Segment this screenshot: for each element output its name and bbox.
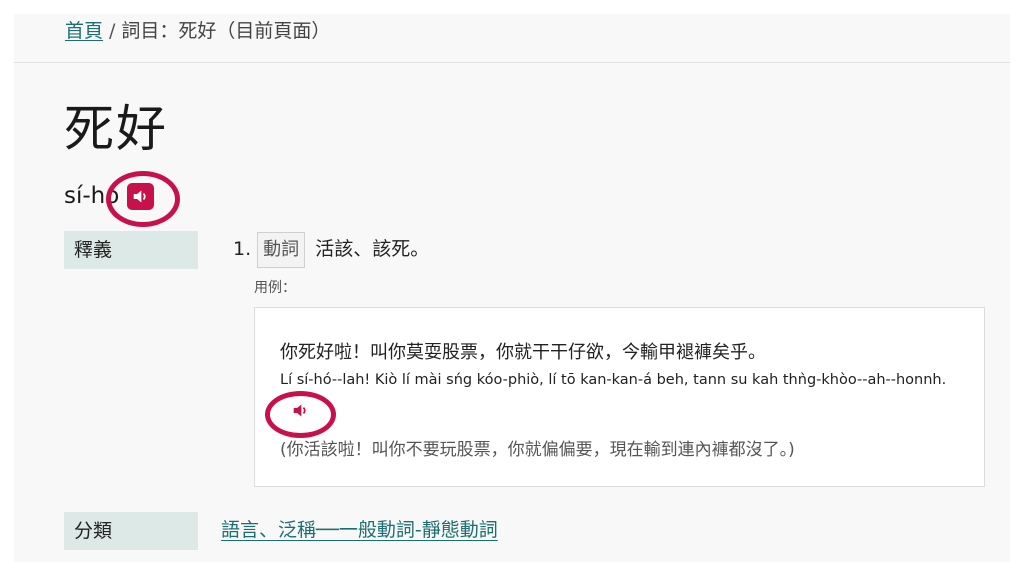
example-sentence-romanization: Lí sí-hó--lah! Kiò lí mài sńg kóo-phiò, … bbox=[280, 372, 947, 388]
page-title: 死好 bbox=[64, 100, 168, 158]
breadcrumb-home-link[interactable]: 首頁 bbox=[65, 20, 103, 42]
romanization-text: sí-hó bbox=[64, 183, 120, 209]
breadcrumb-current: 詞目：死好（目前頁面） bbox=[121, 20, 331, 42]
category-label: 分類 bbox=[64, 512, 198, 550]
breadcrumb-separator: / bbox=[109, 20, 116, 42]
romanization-line: sí-hó bbox=[64, 181, 154, 211]
example-box: 你死好啦！叫你莫耍股票，你就干干仔欲，今輸甲褪褲矣乎。 Lí sí-hó--la… bbox=[254, 307, 985, 487]
breadcrumb: 首頁 / 詞目：死好（目前頁面） bbox=[14, 14, 1010, 63]
sense-item: 1. 動詞 活該、該死。 bbox=[233, 231, 429, 268]
category-link[interactable]: 語言、泛稱──一般動詞-靜態動詞 bbox=[221, 516, 498, 544]
headword-audio-button[interactable] bbox=[126, 183, 154, 210]
sense-definition: 活該、該死。 bbox=[315, 238, 430, 260]
speaker-icon bbox=[293, 404, 306, 416]
sense-number: 1. bbox=[233, 238, 252, 260]
part-of-speech-tag: 動詞 bbox=[257, 231, 306, 268]
speaker-icon bbox=[133, 190, 146, 203]
example-label: 用例： bbox=[254, 280, 296, 296]
definition-label: 釋義 bbox=[64, 231, 198, 269]
example-sentence-han: 你死好啦！叫你莫耍股票，你就干干仔欲，今輸甲褪褲矣乎。 bbox=[280, 342, 766, 363]
dictionary-page: 首頁 / 詞目：死好（目前頁面） 死好 sí-hó 釋義 1. 動詞 活該、該死。 用… bbox=[14, 14, 1010, 562]
example-translation: (你活該啦！叫你不要玩股票，你就偏偏要，現在輸到連內褲都沒了。) bbox=[280, 440, 795, 460]
example-audio-button[interactable] bbox=[289, 399, 311, 421]
